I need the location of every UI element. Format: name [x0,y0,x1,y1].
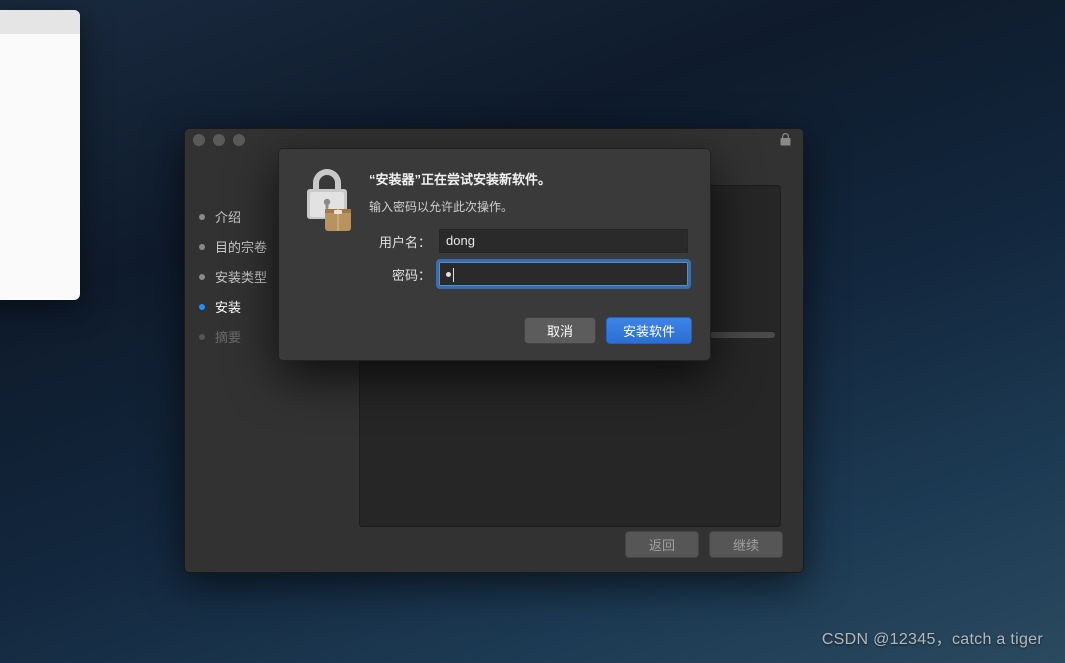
username-field[interactable]: dong [439,229,688,253]
username-label: 用户名： [369,232,431,251]
continue-button[interactable]: 继续 [709,531,783,558]
minimize-window-button[interactable] [213,134,225,146]
step-label: 目的宗卷 [215,237,267,256]
back-button[interactable]: 返回 [625,531,699,558]
password-field[interactable] [439,262,688,286]
lock-package-icon [299,169,363,295]
step-label: 摘要 [215,327,241,346]
step-label: 安装 [215,297,241,316]
close-window-button[interactable] [193,134,205,146]
background-window-titlebar [0,10,80,34]
lock-icon [780,133,791,149]
dialog-title: “安装器”正在尝试安装新软件。 [369,169,688,188]
progress-bar [710,332,775,338]
step-label: 介绍 [215,207,241,226]
cancel-button[interactable]: 取消 [524,317,596,344]
background-window [0,10,80,300]
dialog-subtitle: 输入密码以允许此次操作。 [369,198,688,215]
zoom-window-button[interactable] [233,134,245,146]
watermark: CSDN @12345，catch a tiger [822,625,1043,649]
password-label: 密码： [369,265,431,284]
step-label: 安装类型 [215,267,267,286]
install-software-button[interactable]: 安装软件 [606,317,692,344]
auth-dialog: “安装器”正在尝试安装新软件。 输入密码以允许此次操作。 用户名： dong 密… [278,148,711,361]
